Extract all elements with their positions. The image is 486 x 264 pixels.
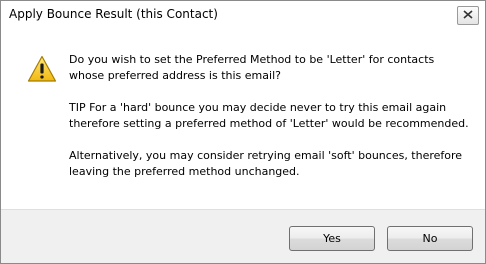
close-icon xyxy=(463,9,473,22)
message-text: Do you wish to set the Preferred Method … xyxy=(69,52,469,196)
warning-icon xyxy=(27,55,57,83)
dialog-window: Apply Bounce Result (this Contact) Do yo… xyxy=(0,0,486,264)
window-title: Apply Bounce Result (this Contact) xyxy=(9,7,218,21)
message-tip: TIP For a 'hard' bounce you may decide n… xyxy=(69,101,469,130)
message-question: Do you wish to set the Preferred Method … xyxy=(69,53,435,82)
title-bar[interactable]: Apply Bounce Result (this Contact) xyxy=(1,1,485,31)
no-button[interactable]: No xyxy=(387,226,473,251)
message-alternative: Alternatively, you may consider retrying… xyxy=(69,149,463,178)
close-button[interactable] xyxy=(457,6,479,25)
message-area: Do you wish to set the Preferred Method … xyxy=(1,31,485,209)
yes-button[interactable]: Yes xyxy=(289,226,375,251)
button-bar: Yes No xyxy=(1,209,485,263)
